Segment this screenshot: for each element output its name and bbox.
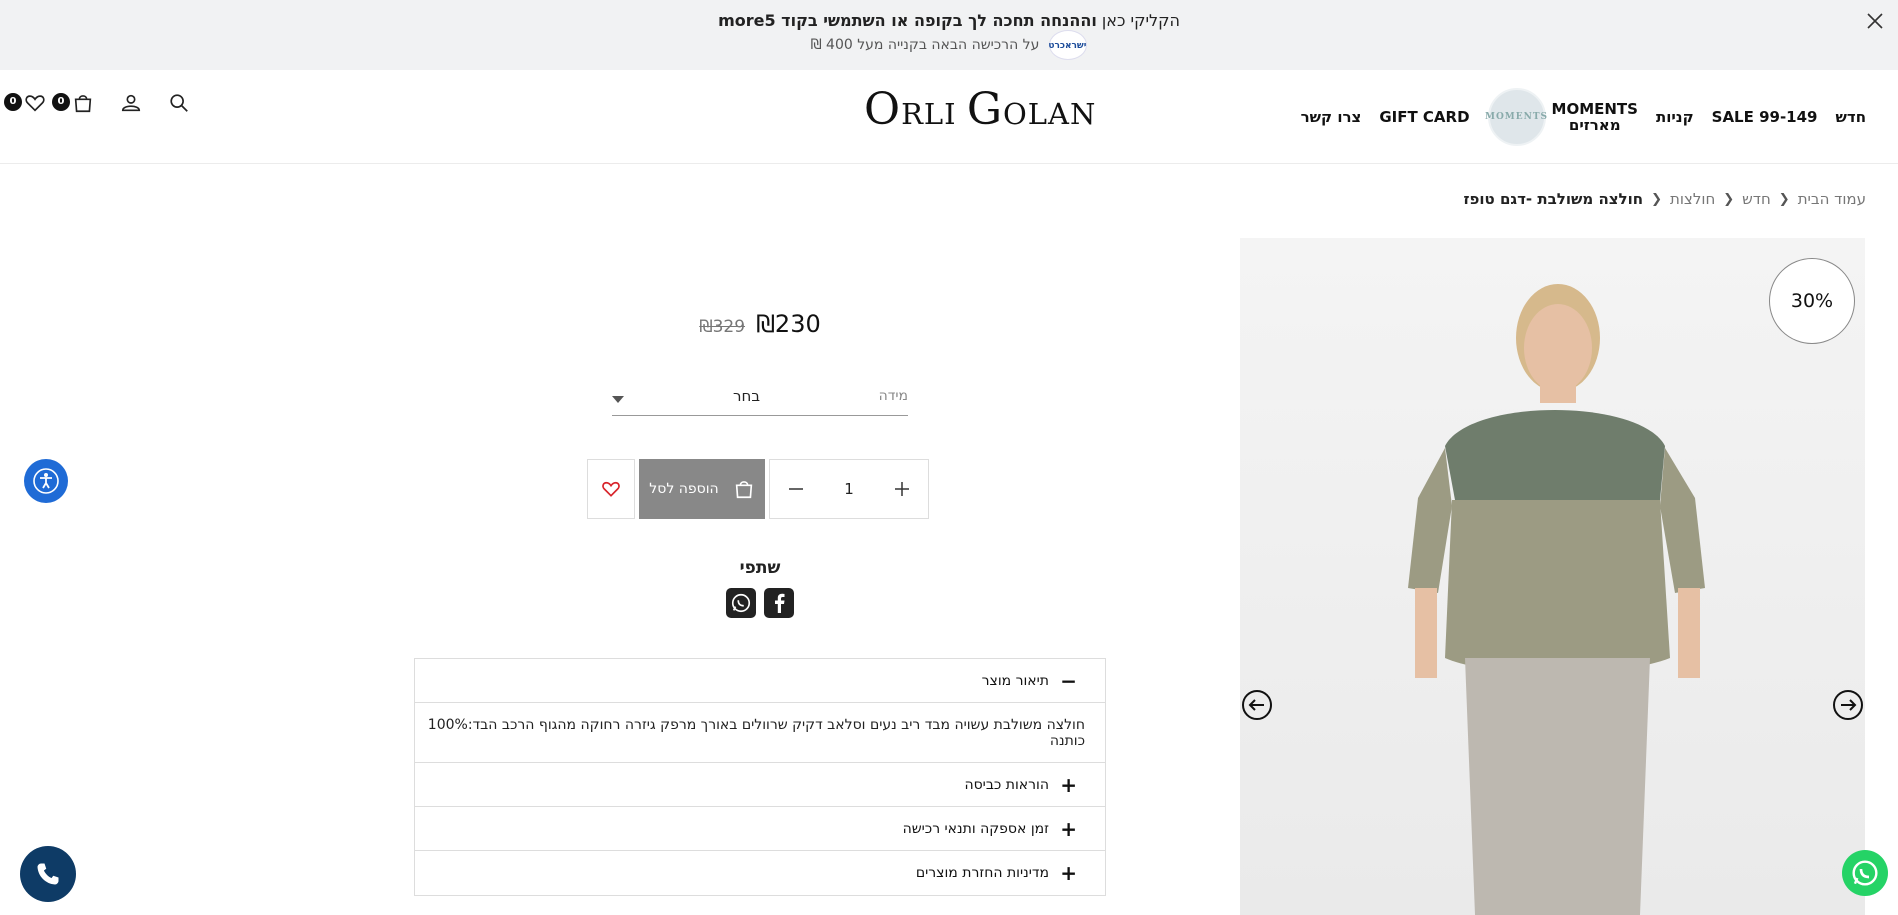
- quantity-decrease-button[interactable]: [784, 477, 808, 501]
- moments-logo: MOMENTS: [1485, 88, 1547, 146]
- heart-icon: [602, 481, 620, 497]
- announcement-bar[interactable]: הקליקי כאן וההנחה תחכה לך בקופה או השתמש…: [0, 0, 1898, 70]
- chevron-left-icon: ❮: [1651, 191, 1662, 207]
- product-image: [1408, 284, 1705, 915]
- main-nav: חדש SALE 99-149 קניות MOMENTS מארזים MOM…: [1301, 88, 1866, 146]
- accordion-description-header[interactable]: − תיאור מוצר: [415, 659, 1105, 703]
- size-label: מידה: [878, 388, 908, 404]
- size-select[interactable]: מידה בחר: [612, 382, 908, 416]
- nav-item-shopping[interactable]: קניות: [1656, 108, 1694, 126]
- nav-item-sale[interactable]: SALE 99-149: [1712, 108, 1818, 126]
- whatsapp-share-button[interactable]: [726, 588, 756, 618]
- share-title: שתפי: [739, 558, 781, 578]
- add-to-wishlist-button[interactable]: [587, 459, 635, 519]
- isracard-badge: ישראכרט: [1048, 30, 1088, 60]
- price: ₪230 ₪329: [600, 310, 920, 338]
- chevron-left-icon: ❮: [1778, 191, 1790, 207]
- announcement-line2: על הרכישה הבאה בקנייה מעל 400 ₪: [810, 37, 1040, 53]
- accordion-washing-title: הוראות כביסה: [964, 776, 1049, 793]
- search-icon: [170, 94, 188, 112]
- plus-icon: [895, 482, 909, 496]
- accordion-description-body: חולצה משולבת עשויה מבד ריב נעים וסלאב דק…: [415, 703, 1105, 763]
- nav-item-moments[interactable]: MOMENTS מארזים MOMENTS: [1485, 88, 1638, 146]
- announcement-text[interactable]: הקליקי כאן וההנחה תחכה לך בקופה או השתמש…: [0, 11, 1898, 30]
- announcement-subtext: ישראכרט על הרכישה הבאה בקנייה מעל 400 ₪: [0, 30, 1898, 60]
- nav-item-gift-card[interactable]: GIFT CARD: [1379, 108, 1469, 126]
- gallery-prev-button[interactable]: [1242, 690, 1272, 720]
- nav-item-moments-label: MOMENTS מארזים: [1551, 100, 1638, 134]
- minus-icon: [789, 488, 803, 490]
- breadcrumb-item-shirts[interactable]: חולצות: [1670, 190, 1715, 208]
- price-current: ₪230: [756, 310, 821, 338]
- plus-icon: +: [1060, 816, 1077, 841]
- quantity-stepper: 1: [769, 459, 929, 519]
- wishlist-count: 0: [4, 93, 22, 111]
- breadcrumb-item-home[interactable]: עמוד הבית: [1798, 190, 1866, 208]
- nav-item-new[interactable]: חדש: [1836, 108, 1867, 126]
- phone-icon: [37, 863, 59, 885]
- chevron-left-icon: ❮: [1723, 191, 1735, 207]
- bag-icon: [74, 95, 92, 113]
- quantity-input[interactable]: 1: [824, 480, 874, 498]
- quantity-increase-button[interactable]: [890, 477, 914, 501]
- heart-icon: [25, 95, 45, 112]
- close-icon[interactable]: [1864, 10, 1886, 32]
- accordion-delivery-header[interactable]: + זמן אספקה ותנאי רכישה: [415, 807, 1105, 851]
- breadcrumb: עמוד הבית ❮ חדש ❮ חולצות ❮ חולצה משולבת …: [1464, 190, 1866, 208]
- site-header: 0 0 ORLI GOLAN חדש SALE 99-149 קניות MOM…: [0, 70, 1898, 164]
- buy-row: הוספה לסל 1: [587, 459, 929, 519]
- wishlist-button[interactable]: 0: [4, 92, 46, 114]
- arrow-left-icon: [1248, 699, 1264, 711]
- product-accordion: − תיאור מוצר חולצה משולבת עשויה מבד ריב …: [414, 658, 1106, 896]
- product-gallery[interactable]: 30%: [1240, 238, 1865, 915]
- announcement-bold: וההנחה תחכה לך בקופה או השתמשי בקוד more…: [718, 11, 1097, 30]
- accordion-returns-title: מדיניות החזרת מוצרים: [915, 865, 1049, 881]
- price-original: ₪329: [699, 317, 746, 337]
- announcement-prefix: הקליקי כאן: [1101, 11, 1180, 30]
- brand-logo[interactable]: ORLI GOLAN: [864, 84, 1096, 135]
- add-to-cart-button[interactable]: הוספה לסל: [639, 459, 765, 519]
- add-to-cart-label: הוספה לסל: [649, 481, 719, 497]
- cart-button[interactable]: 0: [52, 92, 94, 114]
- discount-badge: 30%: [1769, 258, 1855, 344]
- breadcrumb-current: חולצה משולבת -דגם טופז: [1463, 190, 1644, 208]
- accordion-delivery-title: זמן אספקה ותנאי רכישה: [902, 820, 1049, 837]
- arrow-right-icon: [1841, 699, 1857, 711]
- accessibility-button[interactable]: [24, 459, 68, 503]
- gallery-next-button[interactable]: [1833, 690, 1863, 720]
- accordion-description-title: תיאור מוצר: [981, 672, 1049, 689]
- caret-down-icon: [612, 396, 624, 403]
- size-value: בחר: [733, 387, 760, 405]
- facebook-icon: [775, 593, 785, 613]
- account-button[interactable]: [120, 92, 142, 114]
- share-buttons: [726, 588, 794, 618]
- plus-icon: +: [1060, 861, 1077, 885]
- minus-icon: −: [1060, 668, 1077, 693]
- nav-item-contact[interactable]: צרו קשר: [1301, 108, 1362, 126]
- facebook-share-button[interactable]: [764, 588, 794, 618]
- header-icons: 0 0: [4, 92, 190, 114]
- whatsapp-icon: [731, 593, 751, 613]
- call-button[interactable]: [20, 846, 76, 902]
- accordion-returns-header[interactable]: + מדיניות החזרת מוצרים: [415, 851, 1105, 895]
- cart-count: 0: [52, 93, 70, 111]
- breadcrumb-item-new[interactable]: חדש: [1742, 190, 1771, 208]
- accordion-washing-header[interactable]: + הוראות כביסה: [415, 763, 1105, 807]
- whatsapp-chat-button[interactable]: [1842, 850, 1888, 896]
- plus-icon: +: [1060, 772, 1077, 797]
- bag-icon: [735, 481, 752, 499]
- user-icon: [121, 94, 141, 112]
- accessibility-icon: [33, 468, 59, 494]
- whatsapp-icon: [1852, 860, 1878, 886]
- search-button[interactable]: [168, 92, 190, 114]
